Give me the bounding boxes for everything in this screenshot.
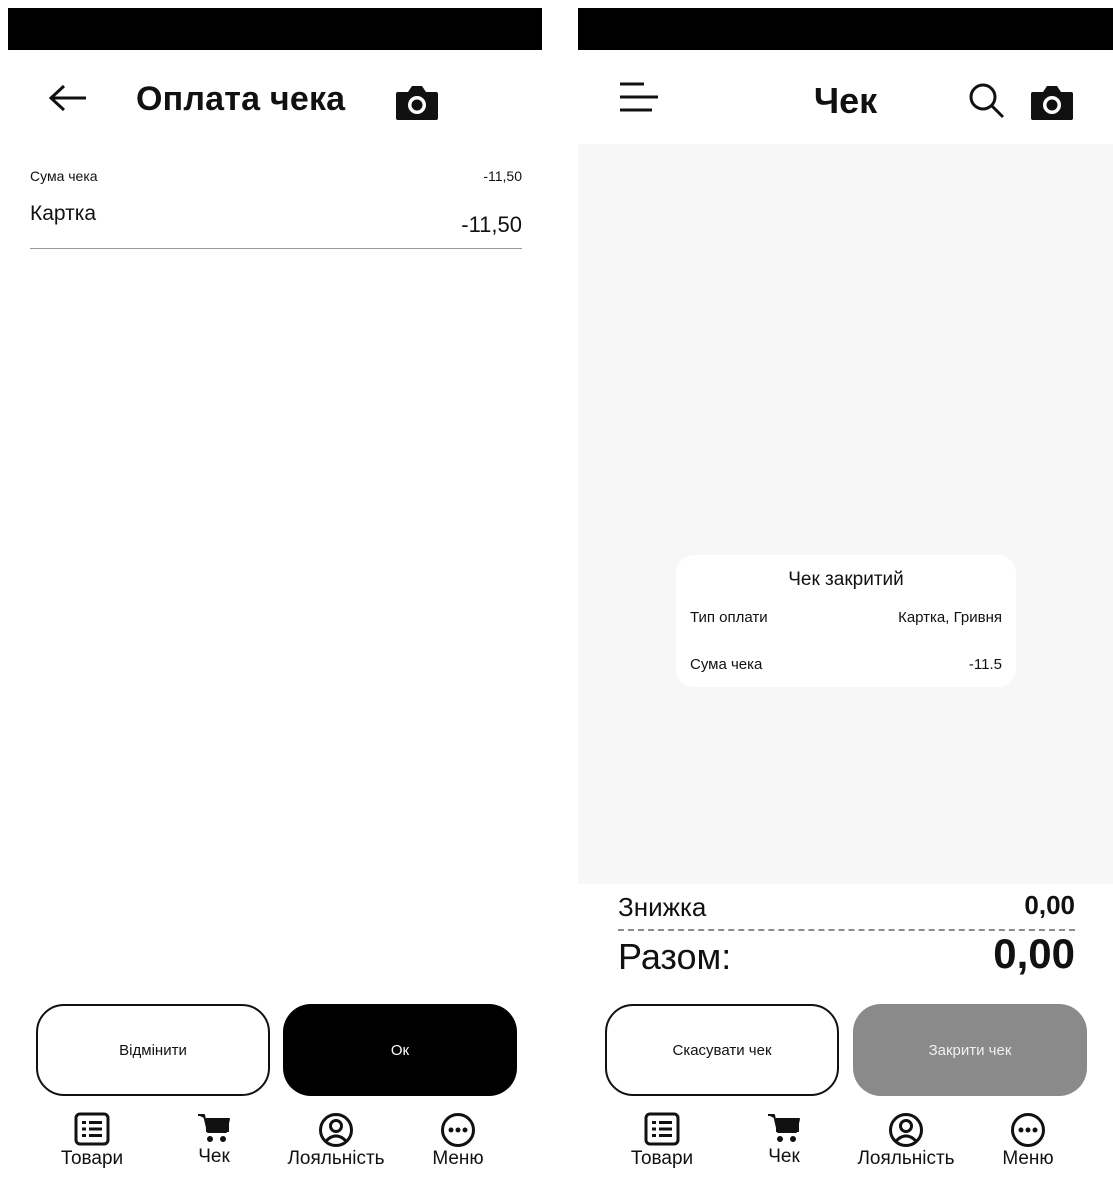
payment-method-label: Картка [30,202,97,225]
arrow-left-icon[interactable] [48,84,88,112]
more-icon [441,1113,475,1147]
payment-type-label: Тип оплати [690,609,768,626]
check-items-area [578,144,1113,884]
discount-row: Знижка 0,00 [618,888,1075,926]
header: Оплата чека [8,50,542,146]
camera-icon[interactable] [1029,82,1075,122]
check-sum-row: Сума чека -11,50 [30,168,522,190]
page-title: Оплата чека [136,80,346,118]
bottom-nav: Товари Чек Лояльність Меню [8,1098,542,1187]
nav-label-check: Чек [198,1146,230,1167]
more-icon [1011,1113,1045,1147]
payment-card-field[interactable]: Картка -11,50 [30,200,522,249]
nav-label-menu: Меню [432,1148,484,1169]
payment-type-value: Картка, Гривня [898,609,1002,626]
check-screen: Чек Чек закритий Тип оплати Картка, Грив… [578,8,1113,1187]
discount-label: Знижка [618,892,707,922]
dialog-title: Чек закритий [788,569,904,590]
cancel-button-label: Відмінити [119,1041,187,1059]
total-row: Разом: 0,00 [618,930,1075,984]
user-circle-icon [319,1113,353,1147]
check-sum-value: -11.5 [968,656,1002,673]
bottom-nav: Товари Чек Лояльність Меню [578,1098,1113,1187]
check-closed-dialog: Чек закритий Тип оплати Картка, Гривня С… [676,555,1016,687]
search-icon[interactable] [966,80,1006,120]
cancel-check-label: Скасувати чек [672,1041,772,1059]
cart-icon [768,1114,800,1142]
nav-item-goods[interactable]: Товари [602,1108,722,1178]
header: Чек [578,50,1113,144]
list-icon [644,1112,680,1146]
check-sum-value: -11,50 [483,168,522,184]
status-bar [578,8,1113,50]
total-value: 0,00 [993,930,1075,977]
nav-label-goods: Товари [630,1148,694,1169]
nav-item-check[interactable]: Чек [724,1108,844,1178]
check-sum-label: Сума чека [30,168,98,184]
user-circle-icon [889,1113,923,1147]
list-icon [74,1112,110,1146]
nav-item-goods[interactable]: Товари [32,1108,152,1178]
status-bar [8,8,542,50]
nav-item-menu[interactable]: Меню [398,1108,518,1178]
nav-item-loyalty[interactable]: Лояльність [846,1108,966,1178]
payment-amount-value[interactable]: -11,50 [461,212,522,238]
nav-item-loyalty[interactable]: Лояльність [276,1108,396,1178]
nav-label-menu: Меню [1002,1148,1054,1169]
nav-item-check[interactable]: Чек [154,1108,274,1178]
close-check-label: Закрити чек [928,1041,1012,1059]
ok-button-label: Ок [390,1041,410,1059]
check-sum-label: Сума чека [690,656,763,673]
nav-label-goods: Товари [60,1148,124,1169]
close-check-button[interactable]: Закрити чек [853,1004,1087,1096]
nav-item-menu[interactable]: Меню [968,1108,1088,1178]
total-label: Разом: [618,936,732,977]
ok-button[interactable]: Ок [283,1004,517,1096]
payment-screen: Оплата чека Сума чека -11,50 Картка -11,… [8,8,542,1187]
nav-label-loyalty: Лояльність [857,1148,955,1169]
discount-value: 0,00 [1024,890,1075,920]
cancel-button[interactable]: Відмінити [36,1004,270,1096]
camera-icon[interactable] [394,82,440,122]
cart-icon [198,1114,230,1142]
nav-label-loyalty: Лояльність [287,1148,385,1169]
cancel-check-button[interactable]: Скасувати чек [605,1004,839,1096]
nav-label-check: Чек [768,1146,800,1167]
